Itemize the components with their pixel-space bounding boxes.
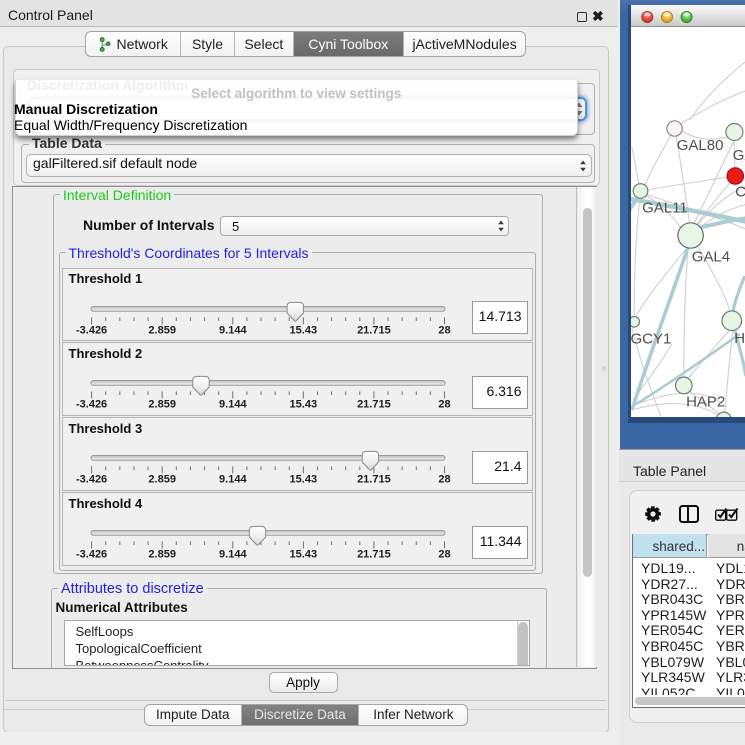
- svg-text:-3.426: -3.426: [76, 549, 107, 561]
- svg-text:21.715: 21.715: [357, 474, 391, 486]
- svg-text:-3.426: -3.426: [76, 324, 107, 336]
- svg-text:21.715: 21.715: [357, 399, 391, 411]
- svg-text:GAL4: GAL4: [692, 248, 730, 265]
- svg-text:2.859: 2.859: [148, 399, 176, 411]
- svg-text:HAP2: HAP2: [686, 393, 725, 410]
- svg-text:15.43: 15.43: [290, 474, 318, 486]
- svg-text:15.43: 15.43: [290, 324, 318, 336]
- svg-text:H: H: [734, 330, 744, 347]
- svg-text:21.715: 21.715: [357, 324, 391, 336]
- svg-text:2.859: 2.859: [148, 474, 176, 486]
- svg-text:9.144: 9.144: [219, 474, 247, 486]
- svg-text:9.144: 9.144: [219, 399, 247, 411]
- svg-text:-3.426: -3.426: [76, 399, 107, 411]
- svg-text:28: 28: [438, 549, 450, 561]
- svg-text:28: 28: [438, 474, 450, 486]
- svg-text:GAL: GAL: [733, 147, 745, 164]
- svg-text:21.715: 21.715: [357, 549, 391, 561]
- svg-text:GAL80: GAL80: [677, 137, 724, 154]
- svg-text:GAL11: GAL11: [642, 200, 688, 217]
- svg-text:15.43: 15.43: [290, 399, 318, 411]
- svg-text:GCY1: GCY1: [631, 330, 671, 347]
- svg-text:28: 28: [438, 324, 450, 336]
- svg-text:9.144: 9.144: [219, 324, 247, 336]
- svg-text:2.859: 2.859: [148, 549, 176, 561]
- svg-text:15.43: 15.43: [290, 549, 318, 561]
- svg-text:28: 28: [438, 399, 450, 411]
- svg-text:9.144: 9.144: [219, 549, 247, 561]
- svg-text:2.859: 2.859: [148, 324, 176, 336]
- svg-text:C: C: [735, 184, 744, 201]
- svg-text:-3.426: -3.426: [76, 474, 107, 486]
